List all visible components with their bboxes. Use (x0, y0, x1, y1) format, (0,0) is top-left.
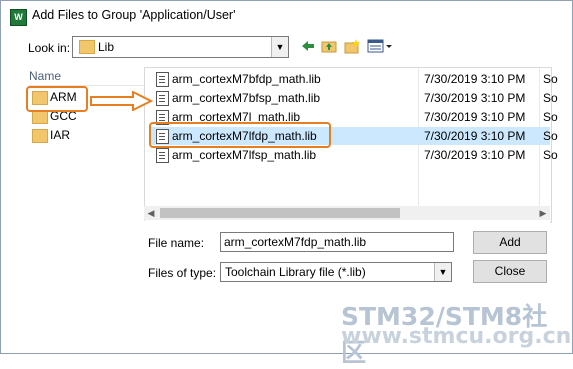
arm-highlight-box (26, 86, 88, 112)
file-row[interactable]: arm_cortexM7bfdp_math.lib 7/30/2019 3:10… (150, 70, 558, 88)
scroll-left-icon[interactable]: ◀ (144, 206, 158, 220)
file-icon (156, 72, 169, 87)
back-icon[interactable] (300, 38, 316, 54)
new-folder-icon[interactable] (344, 38, 360, 54)
dialog-title: Add Files to Group 'Application/User' (32, 8, 236, 22)
chevron-down-icon[interactable]: ▼ (271, 37, 288, 57)
file-row[interactable]: arm_cortexM7bfsp_math.lib 7/30/2019 3:10… (150, 89, 558, 107)
add-files-dialog: W Add Files to Group 'Application/User' … (0, 0, 573, 367)
file-row[interactable]: arm_cortexM7lfsp_math.lib 7/30/2019 3:10… (150, 146, 558, 164)
folder-icon (32, 129, 48, 143)
lookin-dropdown[interactable]: Lib ▼ (72, 36, 289, 58)
app-icon: W (10, 9, 27, 26)
scroll-right-icon[interactable]: ▶ (536, 206, 550, 220)
file-highlight-box (149, 122, 331, 148)
filetype-dropdown[interactable]: Toolchain Library file (*.lib) ▼ (220, 262, 452, 282)
add-button[interactable]: Add (473, 231, 547, 254)
lookin-value: Lib (98, 40, 115, 54)
callout-arrow-icon (90, 91, 153, 111)
watermark-url: www.stmcu.org.cn (341, 324, 572, 349)
scrollbar-thumb[interactable] (160, 208, 400, 218)
file-icon (156, 148, 169, 163)
filetype-label: Files of type: (148, 266, 217, 280)
file-icon (156, 91, 169, 106)
horizontal-scrollbar[interactable]: ◀ ▶ (144, 206, 550, 220)
lookin-label: Look in: (28, 41, 71, 55)
column-header-name[interactable]: Name (28, 67, 144, 86)
filename-input[interactable]: arm_cortexM7fdp_math.lib (220, 232, 454, 252)
folder-item-iar[interactable]: IAR (32, 127, 132, 145)
filename-label: File name: (148, 236, 205, 250)
close-button[interactable]: Close (473, 260, 547, 283)
folder-icon (79, 40, 95, 54)
title-bar: W Add Files to Group 'Application/User' (1, 1, 572, 31)
up-folder-icon[interactable] (321, 38, 337, 54)
folder-icon (32, 110, 48, 124)
chevron-down-icon[interactable]: ▼ (434, 263, 451, 281)
view-menu-icon[interactable] (367, 38, 393, 54)
